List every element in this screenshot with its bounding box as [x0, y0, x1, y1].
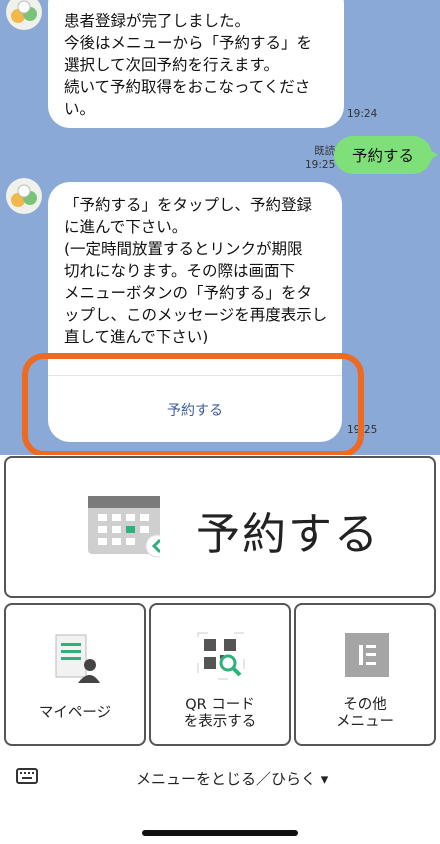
- message-line: に進んで下さい。: [64, 218, 188, 236]
- qr-menu-button[interactable]: QR コード を表示する: [149, 603, 291, 746]
- chat-area: 患者登録が完了しました。 今後はメニューから「予約する」を 選択して次回予約を行…: [0, 0, 440, 455]
- qr-label-line2: を表示する: [183, 714, 257, 730]
- sent-time: 19:25: [305, 159, 336, 171]
- avatar[interactable]: [6, 0, 42, 30]
- sent-message-bubble: 予約する: [334, 136, 438, 174]
- avatar[interactable]: [6, 178, 42, 214]
- mypage-menu-button[interactable]: マイページ: [4, 603, 146, 746]
- message-line: 今後はメニューから「予約する」を: [64, 34, 313, 52]
- message-time: 19:24: [347, 108, 378, 120]
- message-line: い。: [64, 100, 96, 118]
- qr-code-icon: [197, 632, 245, 680]
- reserve-menu-label: 予約する: [196, 509, 380, 560]
- menu-icon: [345, 633, 389, 677]
- message-line: 患者登録が完了しました。: [64, 12, 251, 30]
- message-line: 続いて予約取得をおこなってくださ: [64, 78, 311, 96]
- read-receipt: 既読 19:25: [305, 144, 335, 172]
- other-label-line1: その他: [343, 697, 387, 713]
- home-indicator: [142, 830, 298, 836]
- other-label-line2: メニュー: [336, 714, 394, 730]
- message-line: メニューボタンの「予約する」をタ: [64, 284, 313, 302]
- reserve-menu-button[interactable]: 予約する: [4, 456, 436, 598]
- message-bubble: 患者登録が完了しました。 今後はメニューから「予約する」を 選択して次回予約を行…: [48, 0, 344, 128]
- other-menu-button[interactable]: その他 メニュー: [294, 603, 436, 746]
- read-label: 既読: [314, 145, 336, 157]
- menu-toggle-button[interactable]: メニューをとじる／ひらく ▾: [136, 768, 328, 789]
- qr-label-line1: QR コード: [185, 697, 255, 713]
- message-line: ップし、このメッセージを再度表示し直して進んで下さい): [64, 306, 328, 346]
- message-line: (一定時間放置するとリンクが期限: [64, 240, 303, 258]
- calendar-icon: [88, 496, 160, 558]
- keyboard-icon[interactable]: [16, 768, 38, 784]
- message-line: 切れになります。その際は画面下: [64, 262, 295, 280]
- message-line: 「予約する」をタップし、予約登録: [64, 196, 313, 214]
- bottom-bar: メニューをとじる／ひらく ▾: [0, 748, 440, 844]
- message-line: 選択して次回予約を行えます。: [64, 56, 279, 74]
- mypage-label: マイページ: [38, 705, 112, 721]
- highlight-box: [22, 353, 364, 455]
- mypage-icon: [55, 634, 100, 683]
